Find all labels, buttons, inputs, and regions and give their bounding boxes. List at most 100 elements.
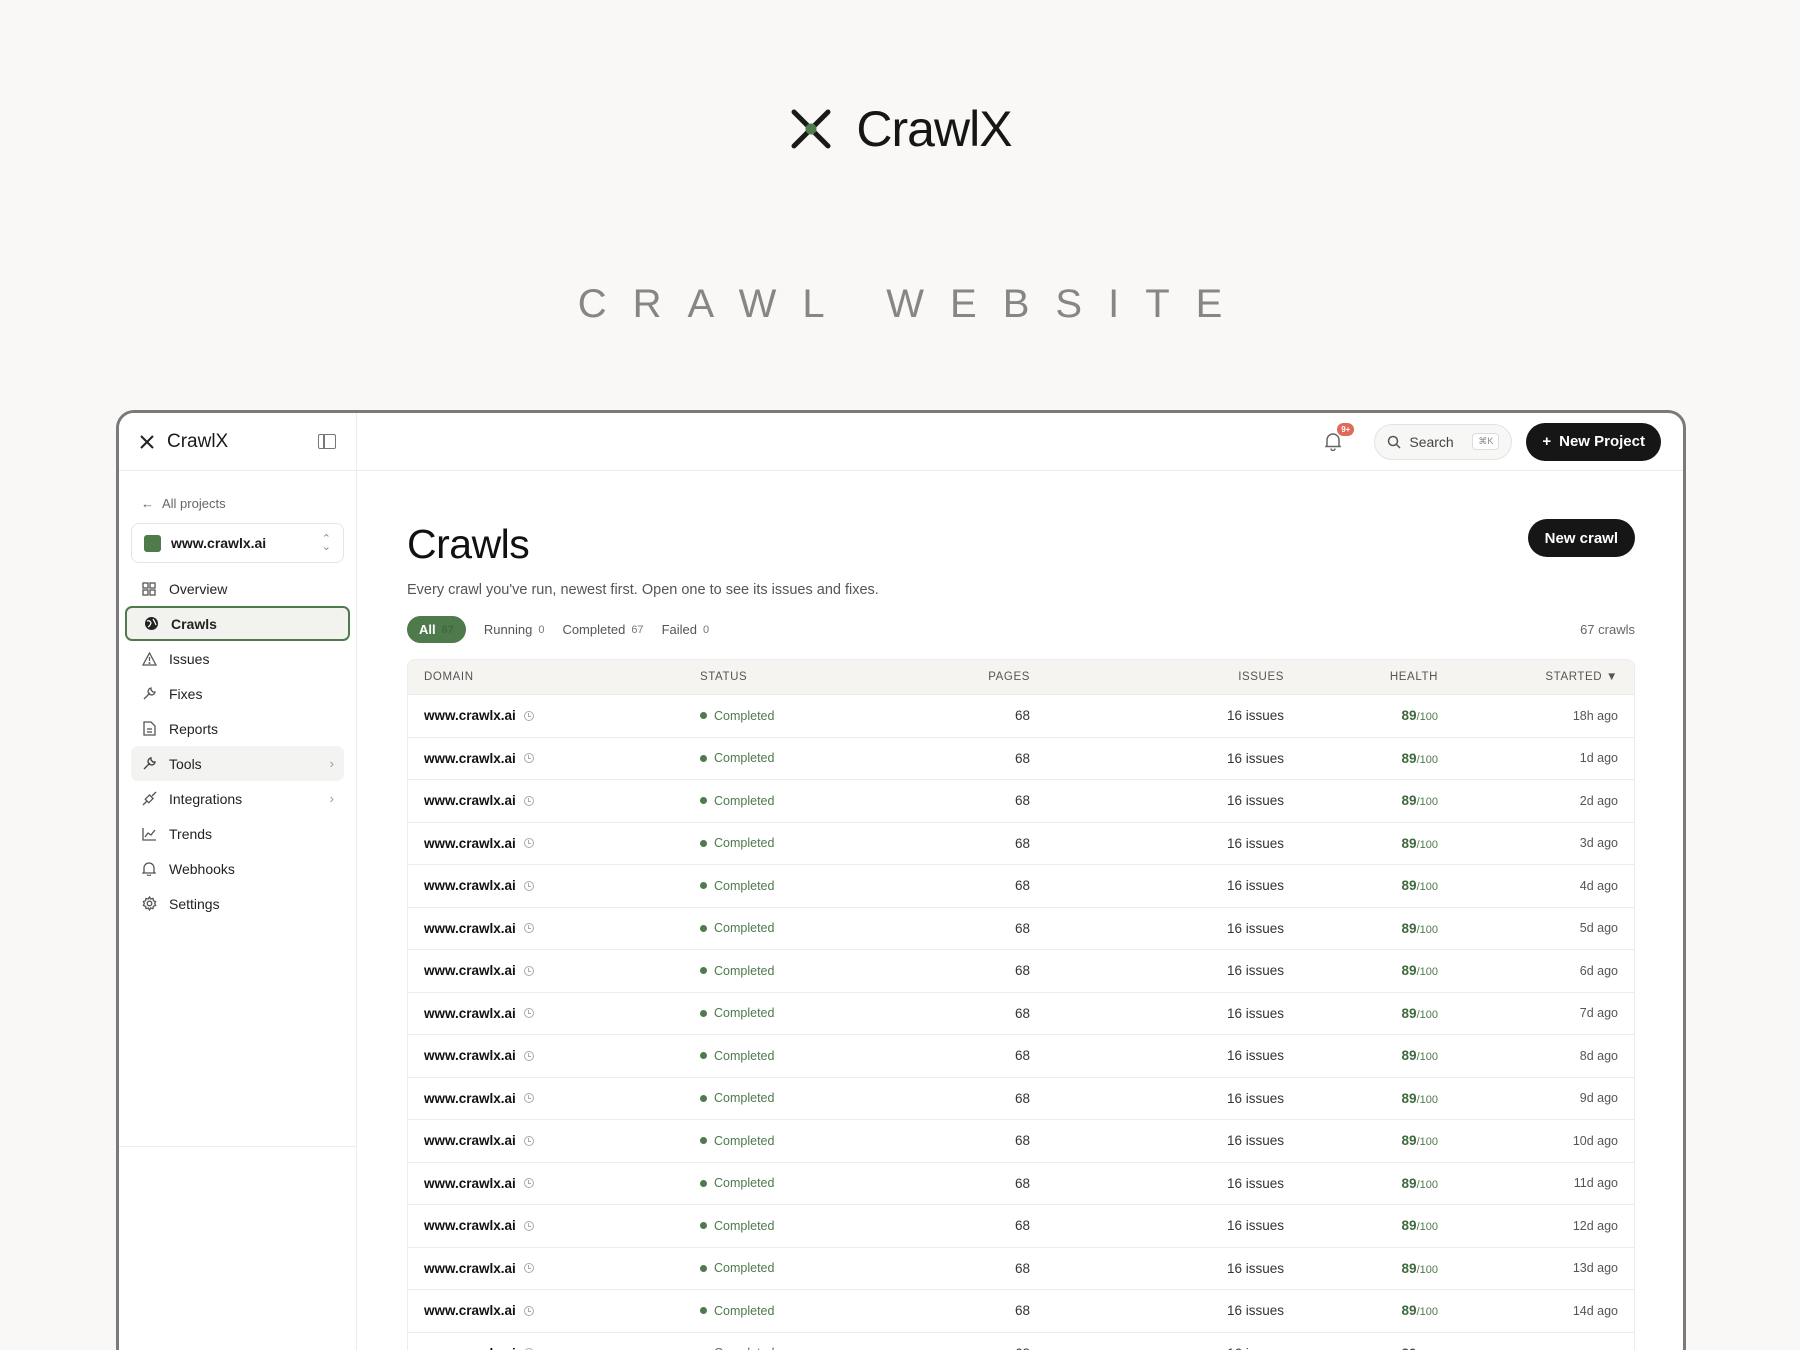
sidebar-item-overview[interactable]: Overview <box>125 571 350 606</box>
health-score: 89 <box>1401 1090 1417 1106</box>
sidebar-item-label: Trends <box>169 825 213 842</box>
health-score: 89 <box>1401 708 1417 724</box>
table-row[interactable]: www.crawlx.ai Completed 68 16 issues 89/100 1… <box>408 694 1634 737</box>
new-crawl-button[interactable]: New crawl <box>1527 519 1635 557</box>
health-max: /100 <box>1416 1221 1438 1234</box>
search-icon <box>1388 435 1401 449</box>
sidebar-item-settings[interactable]: Settings <box>125 886 350 921</box>
filter-all[interactable]: All 67 <box>407 616 466 643</box>
sidebar-brand: CrawlX <box>167 430 229 452</box>
table-row[interactable]: www.crawlx.ai Completed 68 16 issues 89/100 4… <box>408 864 1634 907</box>
row-domain: www.crawlx.ai <box>424 836 700 851</box>
row-health: 89/100 <box>1284 921 1438 936</box>
row-issues: 16 issues <box>1226 1090 1284 1106</box>
table-row[interactable]: www.crawlx.ai Completed 68 16 issues 89/100 8… <box>408 1034 1634 1077</box>
new-project-label: New Project <box>1559 433 1645 450</box>
row-pages: 68 <box>1014 1005 1030 1021</box>
chart-icon <box>141 826 157 842</box>
status-text: Completed <box>714 836 775 851</box>
row-pages: 68 <box>1014 1303 1030 1319</box>
row-started: 13d ago <box>1572 1261 1618 1276</box>
row-domain: www.crawlx.ai <box>424 751 700 766</box>
table-row[interactable]: www.crawlx.ai Completed 6816 issues89/100 <box>408 1331 1634 1350</box>
row-pages: 68 <box>1014 1090 1030 1106</box>
table-row[interactable]: www.crawlx.ai Completed 68 16 issues 89/100 6… <box>408 949 1634 992</box>
row-started: 14d ago <box>1572 1303 1618 1318</box>
status-text: Completed <box>714 708 775 723</box>
column-header-started[interactable]: STARTED ▼ <box>1438 671 1618 683</box>
status-badge: Completed <box>700 836 900 850</box>
health-max: /100 <box>1416 923 1438 936</box>
row-started: 10d ago <box>1572 1133 1618 1148</box>
row-issues: 16 issues <box>1226 1303 1284 1319</box>
sidebar-item-reports[interactable]: Reports <box>125 711 350 746</box>
column-header-issues[interactable]: ISSUES <box>1030 671 1284 683</box>
health-score: 89 <box>1401 1005 1417 1021</box>
project-selector[interactable]: www.crawlx.ai ⌃ ⌄ <box>131 523 344 563</box>
new-project-button[interactable]: + New Project <box>1526 422 1661 461</box>
filter-count: 0 <box>538 623 545 636</box>
filter-completed[interactable]: Completed 67 <box>562 622 643 637</box>
row-health: 89/100 <box>1284 1091 1438 1106</box>
search-button[interactable]: Search ⌘K <box>1374 423 1513 460</box>
row-pages: 68 <box>1014 963 1030 979</box>
column-header-domain[interactable]: DOMAIN <box>424 671 700 683</box>
globe-icon <box>143 616 159 632</box>
filter-label: Running <box>483 622 533 637</box>
status-text: Completed <box>714 963 775 978</box>
sidebar-item-crawls[interactable]: Crawls <box>125 606 350 641</box>
notification-badge: 9+ <box>1337 422 1355 436</box>
column-header-status[interactable]: STATUS <box>700 671 900 683</box>
plug-icon <box>141 791 157 807</box>
domain-text: www.crawlx.ai <box>424 1133 516 1149</box>
filter-running[interactable]: Running 0 <box>484 622 545 637</box>
table-row[interactable]: www.crawlx.ai Completed 68 16 issues 89/100 1… <box>408 1246 1634 1290</box>
row-issues: 16 issues <box>1226 708 1284 724</box>
table-row[interactable]: www.crawlx.ai Completed 68 16 issues 89/100 3… <box>408 821 1634 865</box>
table-row[interactable]: www.crawlx.ai Completed 68 16 issues 89/100 2… <box>408 779 1634 822</box>
status-badge: Completed <box>700 1346 900 1350</box>
column-header-health[interactable]: HEALTH <box>1284 671 1438 683</box>
table-row[interactable]: www.crawlx.ai Completed 68 16 issues 89/100 1… <box>408 736 1634 780</box>
sidebar-item-fixes[interactable]: Fixes <box>125 676 350 711</box>
crawlx-x-icon <box>140 434 154 449</box>
sidebar-item-trends[interactable]: Trends <box>125 816 350 851</box>
table-row[interactable]: www.crawlx.ai Completed 68 16 issues 89/100 1… <box>408 1161 1634 1205</box>
table-row[interactable]: www.crawlx.ai Completed 68 16 issues 89/100 5… <box>408 906 1634 950</box>
all-projects-link[interactable]: ← All projects <box>141 496 356 511</box>
sidebar-item-webhooks[interactable]: Webhooks <box>125 851 350 886</box>
sidebar-item-label: Tools <box>169 755 202 772</box>
status-badge: Completed <box>700 1049 900 1063</box>
sidebar-item-issues[interactable]: Issues <box>125 641 350 676</box>
row-domain: www.crawlx.ai <box>424 1091 700 1106</box>
clock-icon <box>523 880 534 891</box>
table-row[interactable]: www.crawlx.ai Completed 68 16 issues 89/100 1… <box>408 1204 1634 1247</box>
domain-text: www.crawlx.ai <box>424 920 516 936</box>
row-health: 89/100 <box>1284 963 1438 978</box>
row-pages: 68 <box>1014 835 1030 851</box>
notifications-button[interactable]: 9+ <box>1324 422 1355 453</box>
status-text: Completed <box>714 1346 774 1350</box>
page-header: Crawls New crawl <box>407 519 1635 568</box>
sidebar-item-tools[interactable]: Tools › <box>131 746 344 781</box>
status-text: Completed <box>714 1303 775 1318</box>
sidebar-item-integrations[interactable]: Integrations › <box>125 781 350 816</box>
table-row[interactable]: www.crawlx.ai Completed 68 16 issues 89/100 7… <box>408 991 1634 1035</box>
sidebar-toggle-icon[interactable] <box>318 434 336 449</box>
arrow-left-icon: ← <box>141 496 154 511</box>
filter-count: 0 <box>702 623 710 636</box>
table-row[interactable]: www.crawlx.ai Completed 68 16 issues 89/100 1… <box>408 1289 1634 1332</box>
row-started: 4d ago <box>1579 878 1618 893</box>
domain-text: www.crawlx.ai <box>424 1218 516 1234</box>
table-row[interactable]: www.crawlx.ai Completed 68 16 issues 89/100 9… <box>408 1076 1634 1120</box>
filter-label: Completed <box>562 622 626 637</box>
table-row[interactable]: www.crawlx.ai Completed 68 16 issues 89/100 1… <box>408 1119 1634 1162</box>
column-header-pages[interactable]: PAGES <box>900 671 1030 683</box>
row-domain: www.crawlx.ai <box>424 1048 700 1063</box>
filter-failed[interactable]: Failed 0 <box>662 622 710 637</box>
domain-text: www.crawlx.ai <box>424 793 516 809</box>
health-max: /100 <box>1416 753 1438 766</box>
status-badge: Completed <box>700 1219 900 1233</box>
page-title: Crawls <box>407 521 530 567</box>
row-health: 89/100 <box>1284 1048 1438 1063</box>
